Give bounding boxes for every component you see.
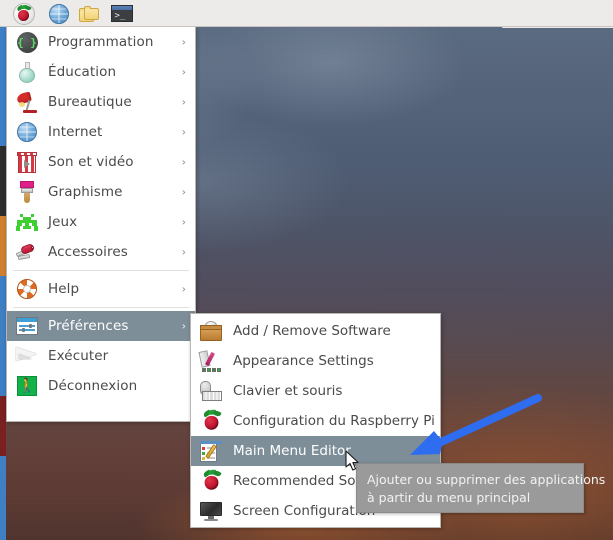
- application-menu: { } Programmation › Éducation › Bureauti…: [6, 27, 196, 422]
- submenu-item-label: Add / Remove Software: [233, 323, 391, 339]
- chevron-right-icon: ›: [181, 65, 186, 79]
- desk-lamp-icon: [15, 90, 39, 114]
- menu-item-label: Éducation: [48, 64, 117, 80]
- menu-item-help[interactable]: Help ›: [7, 274, 195, 304]
- flask-icon: [15, 60, 39, 84]
- menu-item-preferences[interactable]: Préférences ›: [7, 311, 195, 341]
- menu-item-deconnexion[interactable]: 🚶 Déconnexion: [7, 371, 195, 401]
- raspberry-icon: [12, 2, 35, 25]
- screen-root: >_ { } Programmation › Éducation › Burea…: [0, 0, 613, 540]
- submenu-item-label: Appearance Settings: [233, 353, 374, 369]
- submenu-item-label: Clavier et souris: [233, 383, 343, 399]
- globe-icon: [15, 120, 39, 144]
- menu-item-son-et-video[interactable]: Son et vidéo ›: [7, 147, 195, 177]
- sliders-icon: [15, 314, 39, 338]
- menu-item-accessoires[interactable]: Accessoires ›: [7, 237, 195, 267]
- paper-plane-icon: [15, 344, 39, 368]
- menu-item-label: Graphisme: [48, 184, 123, 200]
- appearance-icon: [198, 349, 223, 373]
- chevron-right-icon: ›: [181, 95, 186, 109]
- terminal-button[interactable]: >_: [110, 2, 133, 25]
- web-browser-button[interactable]: [47, 2, 70, 25]
- lifebuoy-icon: [15, 277, 39, 301]
- menu-item-education[interactable]: Éducation ›: [7, 57, 195, 87]
- chevron-right-icon: ›: [181, 125, 186, 139]
- menu-item-internet[interactable]: Internet ›: [7, 117, 195, 147]
- menu-item-executer[interactable]: Exécuter: [7, 341, 195, 371]
- terminal-icon: >_: [110, 5, 133, 22]
- code-braces-icon: { }: [15, 30, 39, 54]
- submenu-item-appearance-settings[interactable]: Appearance Settings: [191, 346, 440, 376]
- menu-item-label: Déconnexion: [48, 378, 138, 394]
- submenu-item-label: Configuration du Raspberry Pi: [233, 413, 435, 429]
- chevron-right-icon: ›: [181, 319, 186, 333]
- taskbar: >_: [0, 0, 613, 27]
- menu-separator: [13, 270, 189, 271]
- mouse-cursor: [345, 450, 359, 471]
- menu-item-label: Jeux: [48, 214, 78, 230]
- folders-icon: [78, 5, 101, 23]
- terminal-prompt-glyph: >_: [114, 11, 126, 21]
- menu-item-label: Help: [48, 281, 80, 297]
- submenu-item-clavier-et-souris[interactable]: Clavier et souris: [191, 376, 440, 406]
- raspberry-menu-button[interactable]: [12, 2, 35, 25]
- menu-separator: [13, 307, 189, 308]
- tooltip-line-2: à partir du menu principal: [367, 490, 531, 505]
- file-manager-button[interactable]: [78, 2, 101, 25]
- globe-icon: [48, 3, 69, 24]
- menu-item-programmation[interactable]: { } Programmation ›: [7, 27, 195, 57]
- monitor-icon: [199, 499, 223, 523]
- menu-item-label: Accessoires: [48, 244, 128, 260]
- menu-item-label: Préférences: [48, 318, 129, 334]
- submenu-item-configuration-raspberry-pi[interactable]: Configuration du Raspberry Pi: [191, 406, 440, 436]
- chevron-right-icon: ›: [181, 155, 186, 169]
- paintbrush-icon: [15, 180, 39, 204]
- chevron-right-icon: ›: [181, 282, 186, 296]
- submenu-item-main-menu-editor[interactable]: Main Menu Editor: [191, 436, 440, 466]
- submenu-item-add-remove-software[interactable]: Add / Remove Software: [191, 316, 440, 346]
- chevron-right-icon: ›: [181, 245, 186, 259]
- menu-item-label: Internet: [48, 124, 103, 140]
- menu-item-jeux[interactable]: Jeux ›: [7, 207, 195, 237]
- menu-item-label: Programmation: [48, 34, 154, 50]
- tooltip: Ajouter ou supprimer des applications à …: [356, 463, 606, 513]
- pocket-knife-icon: [15, 240, 39, 264]
- menu-item-label: Exécuter: [48, 348, 109, 364]
- software-case-icon: [199, 319, 223, 343]
- menu-editor-icon: [199, 439, 223, 463]
- film-icon: [15, 150, 39, 174]
- space-invader-icon: [15, 210, 39, 234]
- chevron-right-icon: ›: [181, 35, 186, 49]
- raspberry-icon: [199, 469, 223, 493]
- exit-runner-icon: 🚶: [17, 376, 37, 396]
- submenu-item-label: Main Menu Editor: [233, 443, 351, 459]
- menu-item-label: Bureautique: [48, 94, 132, 110]
- menu-item-bureautique[interactable]: Bureautique ›: [7, 87, 195, 117]
- chevron-right-icon: ›: [181, 215, 186, 229]
- keyboard-mouse-icon: [199, 379, 223, 403]
- submenu-item-label: Screen Configuration: [233, 503, 376, 519]
- background-window-sliver: [0, 456, 6, 540]
- menu-item-graphisme[interactable]: Graphisme ›: [7, 177, 195, 207]
- chevron-right-icon: ›: [181, 185, 186, 199]
- tooltip-line-1: Ajouter ou supprimer des applications: [367, 472, 606, 487]
- raspberry-icon: [199, 409, 223, 433]
- menu-item-label: Son et vidéo: [48, 154, 134, 170]
